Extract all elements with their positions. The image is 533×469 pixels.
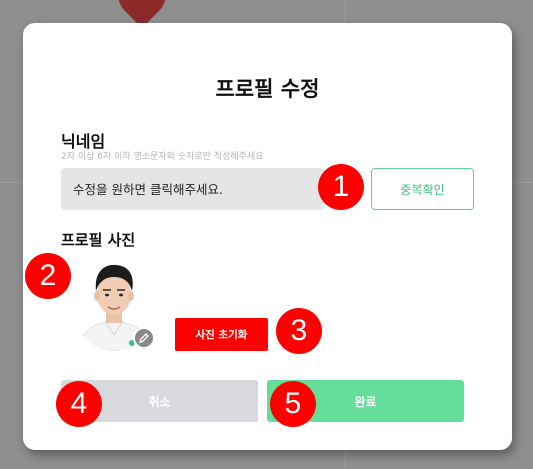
callout-marker: 1	[318, 164, 364, 210]
reset-photo-button[interactable]: 사진 초기화	[175, 318, 268, 351]
callout-marker: 2	[25, 253, 71, 299]
nickname-hint: 2자 이상 6자 이하 영소문자와 숫자로만 작성해주세요	[61, 152, 264, 162]
callout-marker: 4	[56, 381, 102, 427]
nickname-input[interactable]	[61, 168, 324, 210]
profile-photo-label: 프로필 사진	[61, 231, 136, 249]
callout-marker: 5	[270, 381, 316, 427]
callout-marker: 3	[276, 308, 322, 354]
modal-title: 프로필 수정	[215, 77, 320, 101]
pencil-icon[interactable]	[133, 327, 155, 349]
profile-edit-modal: 프로필 수정 닉네임 2자 이상 6자 이하 영소문자와 숫자로만 작성해주세요…	[23, 23, 512, 450]
duplicate-check-button[interactable]: 중복확인	[371, 168, 474, 210]
